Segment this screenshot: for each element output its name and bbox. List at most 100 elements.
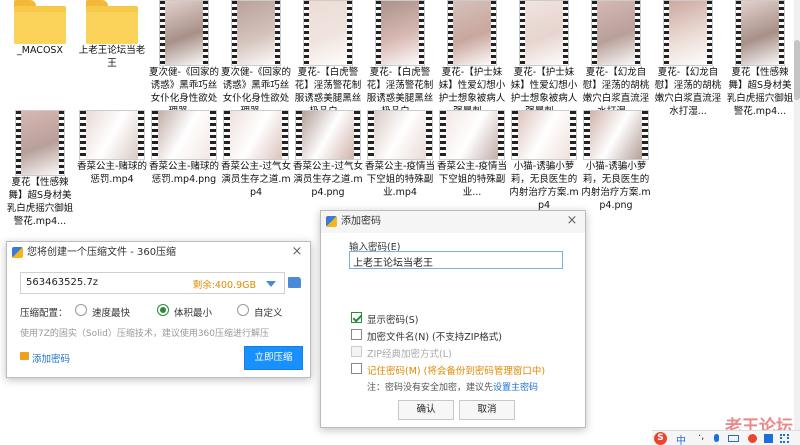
password-note: 注：密码没有安全加密，建议先设置主密码 (367, 380, 538, 393)
skin-icon[interactable] (748, 434, 757, 443)
folder-browse-icon[interactable] (288, 277, 301, 288)
add-password-link[interactable]: 添加密码 (32, 351, 70, 365)
file-item[interactable]: 夏花-【护士妹妹】性爱幻想小护士想象被病人强暴刺... (508, 0, 580, 118)
password-dialog: 添加密码 × 输入密码(E) 上老王论坛当老王 显示密码(S) 加密文件名(N)… (320, 210, 586, 428)
video-thumbnail-icon (159, 0, 209, 66)
zip-classic-checkbox (351, 346, 362, 357)
confirm-button[interactable]: 确认 (398, 400, 454, 420)
option-smallest-label[interactable]: 体积最小 (174, 305, 212, 319)
file-item[interactable]: 香菜公主-过气女演员生存之道.mp4.png (292, 110, 364, 199)
file-item[interactable]: 夏花【性感辣舞】超S身材美乳白虎摇穴御姐警花.mp4... (4, 110, 76, 228)
file-name: 香菜公主-过气女演员生存之道.mp4.png (293, 161, 363, 198)
archive-name-field[interactable]: 563463525.7z 剩余:400.9GB (20, 272, 285, 294)
option-custom-radio[interactable] (237, 304, 249, 316)
file-item[interactable]: 香菜公主-过气女演员生存之道.mp4 (220, 110, 292, 199)
video-thumbnail-icon (591, 0, 641, 66)
file-item[interactable]: 小猫-诱骗小萝莉，无良医生的内射治疗方案.mp4 (508, 110, 580, 212)
close-icon[interactable]: × (565, 214, 579, 228)
file-item[interactable]: 夏次健-《回家的诱惑》黑乖巧丝女仆化身性欲处理器 ... (148, 0, 220, 118)
video-thumbnail-icon (151, 110, 217, 160)
remember-password-label[interactable]: 记住密码(M) (将会备份到密码管理窗口中) (367, 363, 545, 377)
video-thumbnail-icon (447, 0, 497, 66)
lock-icon (20, 352, 29, 360)
show-password-checkbox[interactable] (351, 312, 362, 323)
ime-toolbar: S 中 ·, (652, 430, 800, 445)
file-name: 香菜公主-疫情当下空姐的特殊副业.mp4 (365, 161, 435, 198)
compress-dialog: 您将创建一个压缩文件 - 360压缩 × 563463525.7z 剩余:400… (6, 241, 311, 378)
video-thumbnail-icon (735, 0, 785, 66)
video-thumbnail-icon (663, 0, 713, 66)
file-name: 香菜公主-赌球的惩罚.mp4.png (149, 161, 219, 185)
file-item[interactable]: 香菜公主-赌球的惩罚.mp4.png (148, 110, 220, 186)
file-name: 小猫-诱骗小萝莉，无良医生的内射治疗方案.mp4 (509, 161, 579, 211)
video-thumbnail-icon (79, 110, 145, 160)
start-compress-button[interactable]: 立即压缩 (244, 346, 303, 370)
video-thumbnail-icon (375, 0, 425, 66)
file-item[interactable]: 香菜公主-疫情当下空姐的特殊副业.mp4 (364, 110, 436, 199)
encrypt-filenames-label[interactable]: 加密文件名(N) (不支持ZIP格式) (367, 329, 502, 343)
toolbox-icon[interactable] (764, 434, 773, 443)
microphone-icon[interactable] (714, 434, 719, 442)
file-item[interactable]: 夏花-【幻龙自慰】淫荡的胡桃嫩穴白浆直流淫水打湿... (652, 0, 724, 118)
password-dialog-titlebar[interactable]: 添加密码 × (321, 211, 585, 233)
zip-classic-label: ZIP经典加密方式(L) (367, 349, 452, 360)
password-input[interactable]: 上老王论坛当老王 (349, 251, 563, 269)
file-item[interactable]: 夏花-【白虎警花】淫荡警花制服诱惑美腿黑丝极品白... (364, 0, 436, 118)
video-thumbnail-icon (15, 110, 65, 176)
option-fastest-label[interactable]: 速度最快 (92, 305, 130, 319)
video-thumbnail-icon (439, 110, 505, 160)
file-item[interactable]: 夏花-【白虎警花】淫荡警花制服诱惑美腿黑丝极品白... (292, 0, 364, 118)
compress-dialog-title: 您将创建一个压缩文件 - 360压缩 (27, 247, 177, 258)
compress-config-label: 压缩配置： (20, 308, 68, 319)
video-thumbnail-icon (303, 0, 353, 66)
360zip-icon (326, 216, 337, 227)
video-thumbnail-icon (511, 110, 577, 160)
file-item[interactable]: 夏花-【幻龙自慰】淫荡的胡桃嫩穴白浆直流淫水打湿... (580, 0, 652, 118)
folder-item[interactable]: 上老王论坛当老王 (76, 0, 148, 70)
option-smallest-radio[interactable] (157, 304, 169, 316)
keyboard-icon[interactable] (728, 435, 739, 442)
password-value: 上老王论坛当老王 (353, 258, 433, 269)
folder-icon (86, 0, 138, 44)
file-name: 夏花【性感辣舞】超S身材美乳白虎摇穴御姐警花.mp4... (6, 177, 74, 227)
option-custom-label[interactable]: 自定义 (254, 305, 283, 319)
folder-item[interactable]: _MACOSX (4, 0, 76, 57)
disk-remaining: 剩余:400.9GB (192, 280, 256, 291)
ime-punct-icon[interactable]: ·, (698, 431, 704, 442)
file-name: 夏花【性感辣舞】超S身材美乳白虎摇穴御姐警花.mp4... (726, 67, 794, 117)
remember-password-checkbox[interactable] (351, 363, 362, 374)
password-note-text: 注：密码没有安全加密，建议先 (367, 383, 494, 393)
file-name: 小猫-诱骗小萝莉，无良医生的内射治疗方案.mp4.png (581, 161, 651, 211)
video-thumbnail-icon (367, 110, 433, 160)
grid-icon[interactable] (780, 434, 789, 443)
scrollbar-thumb[interactable] (794, 40, 800, 100)
option-fastest-radio[interactable] (75, 304, 87, 316)
file-item[interactable]: 夏次健-《回家的诱惑》黑乖巧丝女仆化身性欲处理器 ... (220, 0, 292, 118)
video-thumbnail-icon (519, 0, 569, 66)
file-name: 香菜公主-过气女演员生存之道.mp4 (221, 161, 291, 198)
close-icon[interactable]: × (290, 245, 304, 259)
video-thumbnail-icon (223, 110, 289, 160)
encrypt-filenames-checkbox[interactable] (351, 329, 362, 340)
cancel-button[interactable]: 取消 (459, 400, 515, 420)
ime-chinese-icon[interactable]: 中 (676, 432, 686, 445)
password-dialog-title: 添加密码 (341, 216, 381, 227)
show-password-label[interactable]: 显示密码(S) (367, 312, 418, 326)
folder-icon (14, 0, 66, 44)
compress-hint: 使用7Z的固实（Solid）压缩技术，建议使用360压缩进行解压 (20, 329, 270, 339)
video-thumbnail-icon (295, 110, 361, 160)
set-master-password-link[interactable]: 设置主密码 (493, 383, 538, 393)
chevron-down-icon[interactable] (266, 281, 276, 287)
file-item[interactable]: 香菜公主-疫情当下空姐的特殊副业... (436, 110, 508, 199)
video-thumbnail-icon (583, 110, 649, 160)
sogou-s-icon[interactable]: S (654, 432, 667, 445)
file-item[interactable]: 夏花【性感辣舞】超S身材美乳白虎摇穴御姐警花.mp4... (724, 0, 796, 118)
compress-dialog-titlebar[interactable]: 您将创建一个压缩文件 - 360压缩 × (7, 242, 310, 264)
archive-name-value: 563463525.7z (26, 277, 99, 288)
file-item[interactable]: 夏花-【护士妹妹】性爱幻想小护士想象被病人强暴刺... (436, 0, 508, 118)
file-name: 夏花-【幻龙自慰】淫荡的胡桃嫩穴白浆直流淫水打湿... (654, 67, 722, 117)
file-item[interactable]: 香菜公主-赌球的惩罚.mp4 (76, 110, 148, 186)
video-thumbnail-icon (231, 0, 281, 66)
file-item[interactable]: 小猫-诱骗小萝莉，无良医生的内射治疗方案.mp4.png (580, 110, 652, 212)
file-name: _MACOSX (17, 45, 63, 56)
